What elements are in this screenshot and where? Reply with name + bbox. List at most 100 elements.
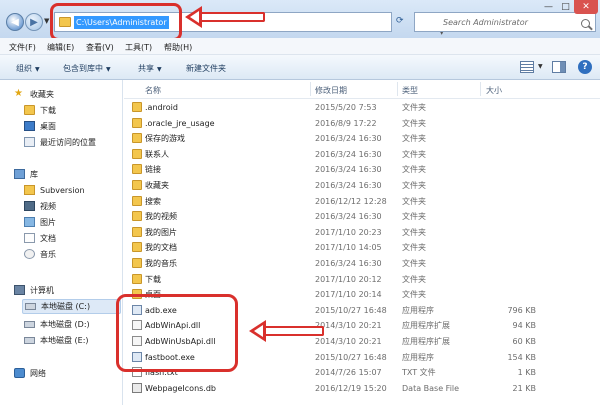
nav-drive-d[interactable]: 本地磁盘 (D:)	[24, 318, 120, 331]
table-row[interactable]: 我的图片 2017/1/10 20:23 文件夹	[124, 226, 600, 239]
preview-pane-icon[interactable]	[552, 61, 566, 73]
folder-icon	[132, 226, 142, 237]
file-type: TXT 文件	[402, 368, 436, 378]
file-type: 文件夹	[402, 181, 426, 190]
file-type: 应用程序扩展	[402, 337, 450, 346]
file-type: 文件夹	[402, 118, 426, 128]
menu-file[interactable]: 文件(F)	[9, 42, 36, 53]
nav-videos[interactable]: 视频	[24, 200, 114, 213]
drive-icon	[25, 303, 36, 310]
address-annotation-ring	[50, 3, 182, 41]
table-row[interactable]: .oracle_jre_usage 2016/8/9 17:22 文件夹	[124, 117, 600, 130]
nav-downloads[interactable]: 下载	[24, 104, 114, 117]
file-name: 我的视频	[145, 212, 177, 222]
table-row[interactable]: 收藏夹 2016/3/24 16:30 文件夹	[124, 179, 600, 192]
file-date: 2014/3/10 20:21	[315, 321, 382, 331]
file-size: 60 KB	[512, 337, 536, 346]
nav-drive-c[interactable]: 本地磁盘 (C:)	[22, 299, 121, 314]
nav-documents[interactable]: 文档	[24, 232, 114, 245]
nav-music[interactable]: 音乐	[24, 248, 114, 261]
file-date: 2016/8/9 17:22	[315, 118, 377, 128]
file-type: 文件夹	[402, 212, 426, 222]
table-row[interactable]: 保存的游戏 2016/3/24 16:30 文件夹	[124, 132, 600, 145]
caret-down-icon[interactable]: ▼	[538, 63, 543, 70]
back-button[interactable]: ◀	[6, 13, 24, 31]
share-button[interactable]: 共享 ▼	[138, 63, 162, 74]
table-row[interactable]: WebpageIcons.db 2016/12/19 15:20 Data Base…	[124, 382, 600, 395]
file-type: 文件夹	[402, 103, 426, 112]
file-date: 2016/3/24 16:30	[315, 212, 382, 222]
nav-recent-places[interactable]: 最近访问的位置	[24, 136, 120, 149]
file-name: 联系人	[145, 149, 169, 159]
file-size: 21 KB	[512, 383, 536, 393]
nav-subversion[interactable]: Subversion	[24, 184, 114, 197]
column-date[interactable]: 修改日期	[315, 85, 347, 96]
nav-desktop[interactable]: 桌面	[24, 120, 114, 133]
include-in-library-button[interactable]: 包含到库中 ▼	[63, 63, 111, 74]
file-type: 文件夹	[402, 259, 426, 268]
nav-drive-e[interactable]: 本地磁盘 (E:)	[24, 334, 120, 347]
new-folder-button[interactable]: 新建文件夹	[186, 63, 226, 74]
table-row[interactable]: 联系人 2016/3/24 16:30 文件夹	[124, 148, 600, 161]
table-row[interactable]: 链接 2016/3/24 16:30 文件夹	[124, 163, 600, 176]
file-name: 收藏夹	[145, 181, 169, 190]
menu-edit[interactable]: 编辑(E)	[47, 42, 74, 53]
table-row[interactable]: 我的音乐 2016/3/24 16:30 文件夹	[124, 257, 600, 270]
arrow-right-icon: ▶	[30, 16, 38, 28]
table-row[interactable]: 我的文档 2017/1/10 14:05 文件夹	[124, 241, 600, 254]
organize-button[interactable]: 组织 ▼	[16, 63, 40, 74]
nav-network[interactable]: 网络	[14, 367, 114, 380]
file-date: 2017/1/10 20:23	[315, 227, 382, 237]
file-date: 2016/12/19 15:20	[315, 383, 387, 393]
column-divider[interactable]	[310, 82, 311, 96]
caret-down-icon: ▼	[157, 66, 162, 73]
close-button[interactable]: ✕	[574, 0, 598, 14]
search-box[interactable]: Search Administrator	[414, 12, 596, 32]
file-type: 应用程序	[402, 352, 434, 362]
refresh-icon[interactable]: ⟳	[396, 16, 404, 26]
file-type: 应用程序扩展	[402, 321, 450, 331]
header-divider	[124, 98, 600, 99]
column-divider[interactable]	[480, 82, 481, 96]
menu-view[interactable]: 查看(V)	[86, 42, 114, 53]
table-row[interactable]: 下载 2017/1/10 20:12 文件夹	[124, 273, 600, 286]
folder-icon	[132, 133, 142, 144]
folder-icon	[132, 164, 142, 175]
nav-pictures[interactable]: 图片	[24, 216, 114, 229]
annotation-arrow-head	[185, 6, 202, 28]
table-row[interactable]: .android 2015/5/20 7:53 文件夹	[124, 101, 600, 114]
file-size: 1 KB	[517, 368, 536, 378]
forward-button[interactable]: ▶	[25, 13, 43, 31]
minimize-button[interactable]: —	[540, 0, 557, 14]
maximize-button[interactable]: □	[557, 0, 574, 14]
nav-favorites[interactable]: ★ 收藏夹	[14, 88, 114, 101]
music-icon	[24, 249, 35, 259]
arrow-left-icon: ◀	[11, 16, 19, 28]
caret-down-icon: ▼	[35, 66, 40, 73]
nav-libraries[interactable]: 库	[14, 168, 114, 181]
annotation-arrow-head	[249, 320, 266, 342]
column-type[interactable]: 类型	[402, 85, 418, 96]
file-type: 文件夹	[402, 243, 426, 253]
folder-icon	[132, 148, 142, 159]
search-placeholder: Search Administrator	[443, 18, 528, 27]
file-type: 文件夹	[402, 134, 426, 144]
column-size[interactable]: 大小	[486, 85, 502, 96]
caret-down-icon: ▼	[106, 66, 111, 73]
file-type: 文件夹	[402, 196, 426, 206]
menu-tools[interactable]: 工具(T)	[125, 42, 152, 53]
recent-pages-dropdown[interactable]: ▼	[44, 17, 49, 25]
file-size: 796 KB	[507, 305, 536, 315]
column-divider[interactable]	[397, 82, 398, 96]
table-row[interactable]: 我的视频 2016/3/24 16:30 文件夹	[124, 210, 600, 223]
help-icon[interactable]: ?	[578, 60, 592, 74]
file-type: Data Base File	[402, 383, 460, 393]
nav-computer[interactable]: 计算机	[14, 284, 114, 297]
file-date: 2017/1/10 20:12	[315, 274, 382, 284]
menu-help[interactable]: 帮助(H)	[164, 42, 192, 53]
table-row[interactable]: 搜索 2016/12/12 12:28 文件夹	[124, 195, 600, 208]
folder-icon	[132, 242, 142, 253]
column-name[interactable]: 名称	[145, 85, 161, 96]
file-name: 我的音乐	[145, 259, 177, 268]
view-options-icon[interactable]	[520, 61, 534, 73]
